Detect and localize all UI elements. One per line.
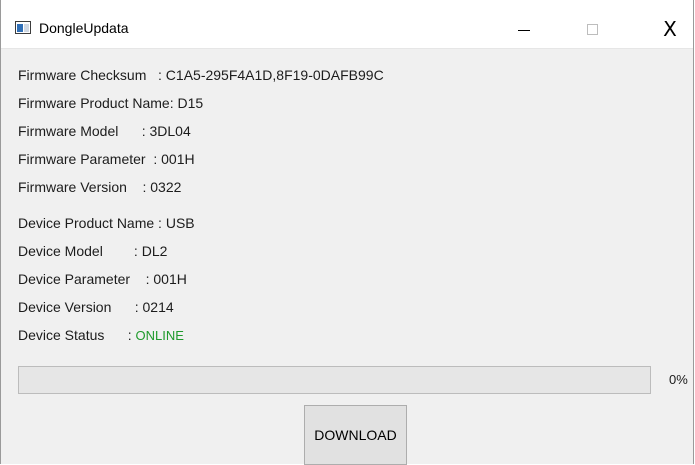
download-progress-bar <box>18 366 651 394</box>
minimize-button[interactable] <box>501 12 547 46</box>
close-button[interactable]: X <box>647 12 693 46</box>
progress-percent: 0% <box>669 372 688 387</box>
device-status-value: ONLINE <box>135 328 184 343</box>
window-title: DongleUpdata <box>39 20 129 36</box>
title-bar[interactable]: DongleUpdata X <box>1 0 693 49</box>
download-button[interactable]: DOWNLOAD <box>304 405 407 465</box>
firmware-model: Firmware Model : 3DL04 <box>18 123 191 139</box>
maximize-button[interactable] <box>569 12 615 46</box>
device-parameter: Device Parameter : 001H <box>18 271 187 287</box>
device-product-name: Device Product Name : USB <box>18 215 195 231</box>
minimize-icon <box>518 29 530 31</box>
device-model: Device Model : DL2 <box>18 243 168 259</box>
firmware-checksum: Firmware Checksum : C1A5-295F4A1D,8F19-0… <box>18 67 384 83</box>
device-status-label: Device Status : <box>18 327 136 343</box>
client-area: Firmware Checksum : C1A5-295F4A1D,8F19-0… <box>1 49 693 465</box>
maximize-icon <box>586 23 598 35</box>
device-version: Device Version : 0214 <box>18 299 174 315</box>
device-status: Device Status : ONLINE <box>18 325 184 346</box>
firmware-product-name: Firmware Product Name: D15 <box>18 95 204 111</box>
firmware-parameter: Firmware Parameter : 001H <box>18 151 195 167</box>
firmware-version: Firmware Version : 0322 <box>18 179 182 195</box>
app-window: DongleUpdata X Firmware Checksum : C1A5-… <box>0 0 694 465</box>
close-icon: X <box>663 17 677 41</box>
app-window-icon <box>15 21 31 34</box>
